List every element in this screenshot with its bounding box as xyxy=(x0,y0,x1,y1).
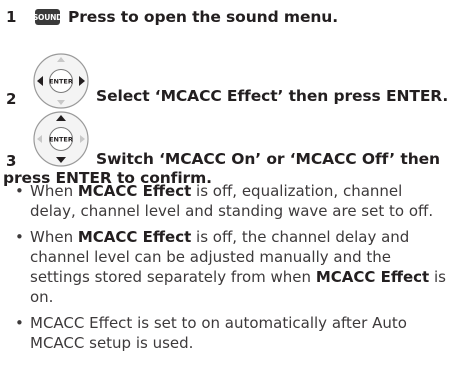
step-1-text: Press to open the sound menu. xyxy=(68,8,339,26)
step-3-number: 3 xyxy=(6,152,17,170)
list-item: • MCACC Effect is set to on automatically… xyxy=(12,313,452,353)
list-item: • When MCACC Effect is off, the channel d… xyxy=(12,227,452,307)
list-item: • When MCACC Effect is off, equalization,… xyxy=(12,181,452,221)
bullet-icon: • xyxy=(15,182,24,200)
enter-pad-up-down-icon: ENTER xyxy=(33,111,89,167)
bullet-2-pre: When xyxy=(30,228,78,246)
step-2-text: Select ‘MCACC Effect’ then press ENTER. xyxy=(96,87,449,105)
bullet-3-text: MCACC Effect is set to on automatically … xyxy=(30,314,407,352)
enter-pad-left-right-icon: ENTER xyxy=(33,53,89,109)
bullet-1-pre: When xyxy=(30,182,78,200)
bullet-icon: • xyxy=(15,314,24,332)
enter-pad-label: ENTER xyxy=(49,78,73,86)
bullet-1-bold: MCACC Effect xyxy=(77,182,192,200)
sound-button-icon: SOUND xyxy=(33,9,62,25)
enter-pad-label: ENTER xyxy=(49,136,73,144)
step-3-text-line1: Switch ‘MCACC On’ or ‘MCACC Off’ then xyxy=(96,150,440,168)
bullet-icon: • xyxy=(15,228,24,246)
step-1-number: 1 xyxy=(6,8,17,26)
step-2-number: 2 xyxy=(6,90,17,108)
notes-list: • When MCACC Effect is off, equalization,… xyxy=(12,181,452,359)
bullet-2-bold: MCACC Effect xyxy=(77,228,192,246)
bullet-2-bold2: MCACC Effect xyxy=(315,268,430,286)
